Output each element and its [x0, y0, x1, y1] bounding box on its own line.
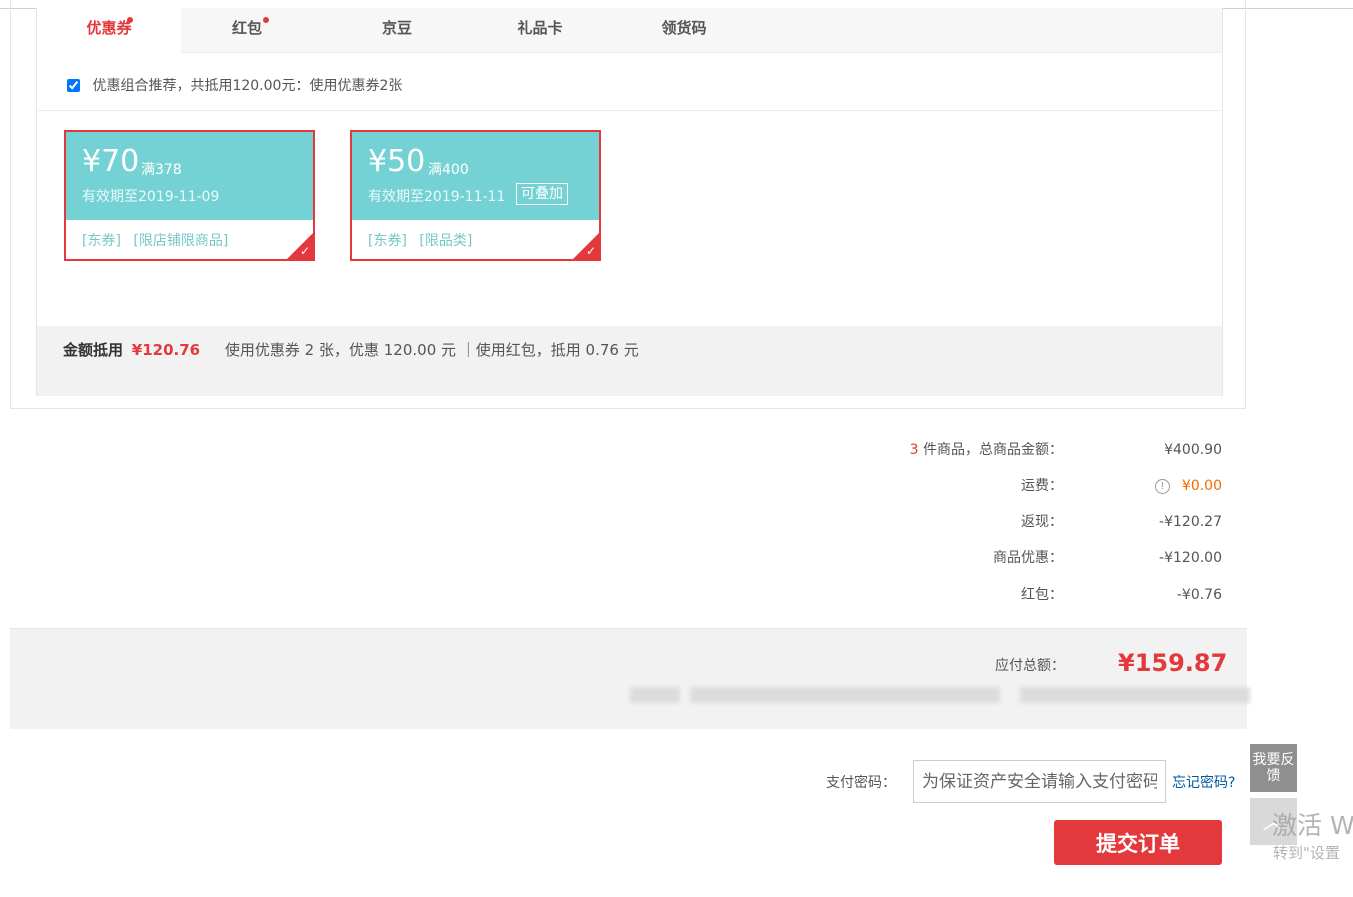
forgot-password-link[interactable]: 忘记密码? — [1172, 772, 1235, 792]
redacted-receiver — [1020, 687, 1250, 703]
coupon-tags: [东券] [限品类] — [368, 230, 480, 250]
totals-row-cashback: 返现： -¥120.27 — [0, 512, 1353, 532]
coupon-card[interactable]: ¥70 满378 有效期至2019-11-09 [东券] [限店铺限商品] ✓ — [64, 130, 315, 261]
checkmark-icon: ✓ — [299, 244, 310, 258]
coupon-validity: 有效期至2019-11-09 — [82, 189, 220, 205]
goods-label: 3 件商品，总商品金额： — [910, 440, 1063, 460]
submit-order-button[interactable]: 提交订单 — [1054, 820, 1222, 865]
pay-password-label: 支付密码： — [826, 775, 896, 791]
discount-label: 商品优惠： — [993, 550, 1063, 566]
discount-value: -¥120.00 — [1159, 550, 1222, 566]
activation-watermark: 激活 W — [1272, 811, 1353, 840]
tab-label: 礼品卡 — [517, 19, 563, 37]
coupon-tags: [东券] [限店铺限商品] — [82, 230, 236, 250]
combo-checkbox[interactable] — [67, 79, 80, 92]
coupon-tag: [限店铺限商品] — [133, 233, 229, 249]
tab-label: 优惠券 — [86, 19, 132, 37]
checkmark-icon: ✓ — [585, 244, 596, 258]
goods-value: ¥400.90 — [1164, 442, 1222, 458]
tab-coupons[interactable]: 优惠券 — [37, 8, 181, 53]
activation-watermark-sub: 转到"设置 — [1273, 844, 1340, 862]
cashback-value: -¥120.27 — [1159, 514, 1222, 530]
coupon-tag: [限品类] — [419, 233, 473, 249]
redacted-address — [630, 687, 680, 703]
shipping-value: ¥0.00 — [1181, 478, 1222, 494]
totals-row-discount: 商品优惠： -¥120.00 — [0, 548, 1353, 568]
coupon-tag: [东券] — [82, 233, 121, 249]
redacted-address — [690, 687, 1000, 703]
tab-jd-beans[interactable]: 京豆 — [347, 8, 447, 52]
tab-gift-card[interactable]: 礼品卡 — [490, 8, 590, 52]
new-dot-icon — [127, 17, 133, 23]
tab-pickup-code[interactable]: 领货码 — [634, 8, 734, 52]
redpacket-value: -¥0.76 — [1176, 587, 1222, 603]
payable-label: 应付总额： — [995, 658, 1065, 674]
totals-row-goods: 3 件商品，总商品金额： ¥400.90 — [0, 440, 1353, 460]
coupon-panel: 优惠券 红包 京豆 礼品卡 领货码 优惠组合推荐，共抵用120.00元：使用优惠… — [36, 8, 1223, 396]
totals-row-redpacket: 红包： -¥0.76 — [0, 585, 1353, 605]
info-circle-icon[interactable]: ! — [1154, 479, 1170, 494]
shipping-label: 运费： — [1021, 478, 1063, 494]
payable-box: 应付总额： ¥159.87 — [10, 628, 1250, 729]
coupon-head: ¥70 满378 有效期至2019-11-09 — [66, 132, 313, 220]
summary-detail: 使用优惠券 2 张，优惠 120.00 元 ｜使用红包，抵用 0.76 元 — [224, 341, 639, 359]
tab-red-packets[interactable]: 红包 — [197, 8, 297, 52]
summary-amount: ¥120.76 — [131, 341, 201, 359]
totals-row-shipping: 运费： ! ¥0.00 — [0, 476, 1353, 496]
item-count: 3 — [909, 442, 919, 458]
coupon-condition: 满378 — [141, 162, 182, 178]
coupon-price: ¥70 — [82, 144, 140, 179]
deduction-summary: 金额抵用 ¥120.76 使用优惠券 2 张，优惠 120.00 元 ｜使用红包… — [37, 326, 1222, 396]
shipping-value-wrap: ! ¥0.00 — [1154, 476, 1222, 496]
stackable-badge: 可叠加 — [516, 183, 568, 205]
coupon-condition: 满400 — [428, 162, 469, 178]
summary-label: 金额抵用 — [63, 341, 124, 359]
summary-text: 金额抵用 ¥120.76 使用优惠券 2 张，优惠 120.00 元 ｜使用红包… — [63, 339, 639, 360]
tab-label: 红包 — [231, 19, 262, 37]
cashback-label: 返现： — [1021, 514, 1063, 530]
coupon-tag: [东券] — [368, 233, 407, 249]
feedback-button[interactable]: 我要反馈 — [1250, 744, 1297, 792]
coupon-head: ¥50 满400 有效期至2019-11-11 可叠加 — [352, 132, 599, 220]
coupon-validity: 有效期至2019-11-11 — [368, 189, 506, 205]
new-dot-icon — [263, 17, 269, 23]
discount-tabs: 优惠券 红包 京豆 礼品卡 领货码 — [37, 8, 1222, 53]
pay-password-input[interactable] — [913, 760, 1166, 803]
combo-recommendation: 优惠组合推荐，共抵用120.00元：使用优惠券2张 — [67, 74, 402, 98]
goods-label-text: 件商品，总商品金额： — [918, 442, 1063, 458]
divider — [37, 110, 1222, 111]
redpacket-label: 红包： — [1021, 587, 1063, 603]
coupon-card[interactable]: ¥50 满400 有效期至2019-11-11 可叠加 [东券] [限品类] ✓ — [350, 130, 601, 261]
payable-amount: ¥159.87 — [1118, 649, 1228, 677]
tab-label: 京豆 — [381, 19, 412, 37]
tab-label: 领货码 — [661, 19, 707, 37]
coupon-price: ¥50 — [368, 144, 426, 179]
combo-text: 优惠组合推荐，共抵用120.00元：使用优惠券2张 — [92, 78, 403, 94]
